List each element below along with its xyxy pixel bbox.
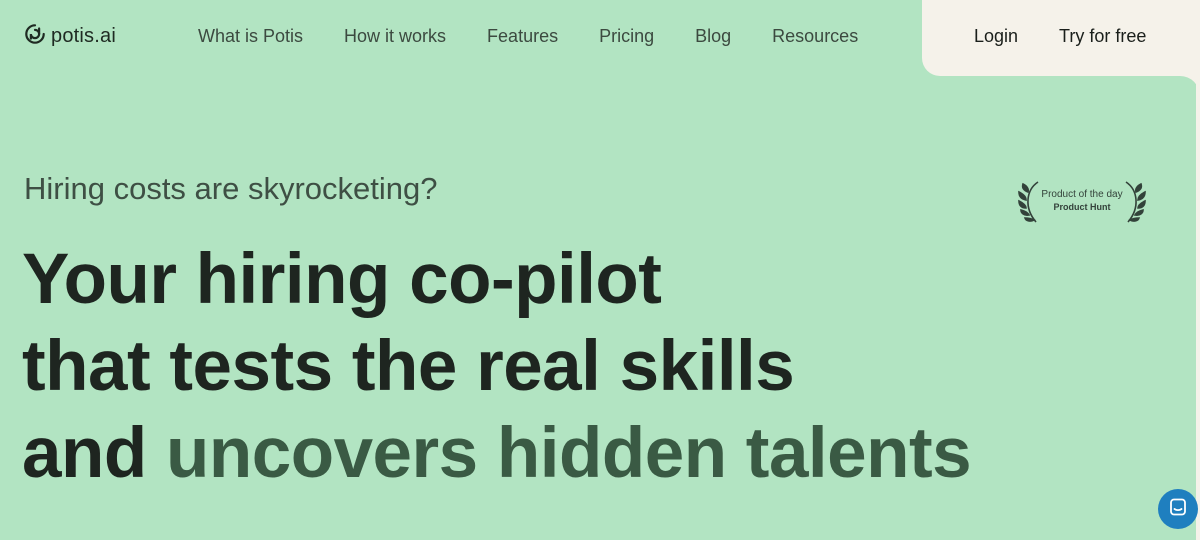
potis-logo-icon: [24, 23, 46, 50]
logo-link[interactable]: potis.ai: [24, 23, 116, 49]
badge-line-1: Product of the day: [1041, 189, 1123, 200]
laurel-icon: [1125, 181, 1146, 223]
brand-name: potis.ai: [51, 24, 116, 47]
badge-line-2: Product Hunt: [1053, 202, 1111, 212]
headline-line-1: Your hiring co-pilot: [22, 240, 662, 319]
login-link[interactable]: Login: [974, 25, 1018, 47]
chat-icon: [1168, 497, 1188, 522]
headline-accent: uncovers hidden talents: [165, 414, 972, 493]
nav-item-pricing[interactable]: Pricing: [599, 25, 654, 47]
card-edge: [1196, 76, 1200, 540]
headline-line-2: that tests the real skills: [22, 327, 795, 406]
hero-headline: Your hiring co-pilot that tests the real…: [22, 236, 972, 497]
headline-line-3-plain: and: [22, 414, 147, 493]
nav-item-what-is-potis[interactable]: What is Potis: [198, 25, 303, 47]
product-hunt-badge[interactable]: Product of the day Product Hunt: [1018, 178, 1146, 226]
nav-item-features[interactable]: Features: [487, 25, 558, 47]
try-for-free-button[interactable]: Try for free: [1059, 25, 1146, 47]
hero-subtitle: Hiring costs are skyrocketing?: [24, 171, 438, 206]
main-nav: What is Potis How it works Features Pric…: [198, 25, 899, 47]
page: potis.ai What is Potis How it works Feat…: [0, 0, 1200, 540]
headline-line-3: and uncovers hidden talents: [22, 410, 972, 497]
nav-item-how-it-works[interactable]: How it works: [344, 25, 446, 47]
nav-item-resources[interactable]: Resources: [772, 25, 858, 47]
chat-launcher-button[interactable]: [1158, 489, 1198, 529]
nav-item-blog[interactable]: Blog: [695, 25, 731, 47]
badge-text: Product of the day Product Hunt: [1036, 188, 1128, 213]
